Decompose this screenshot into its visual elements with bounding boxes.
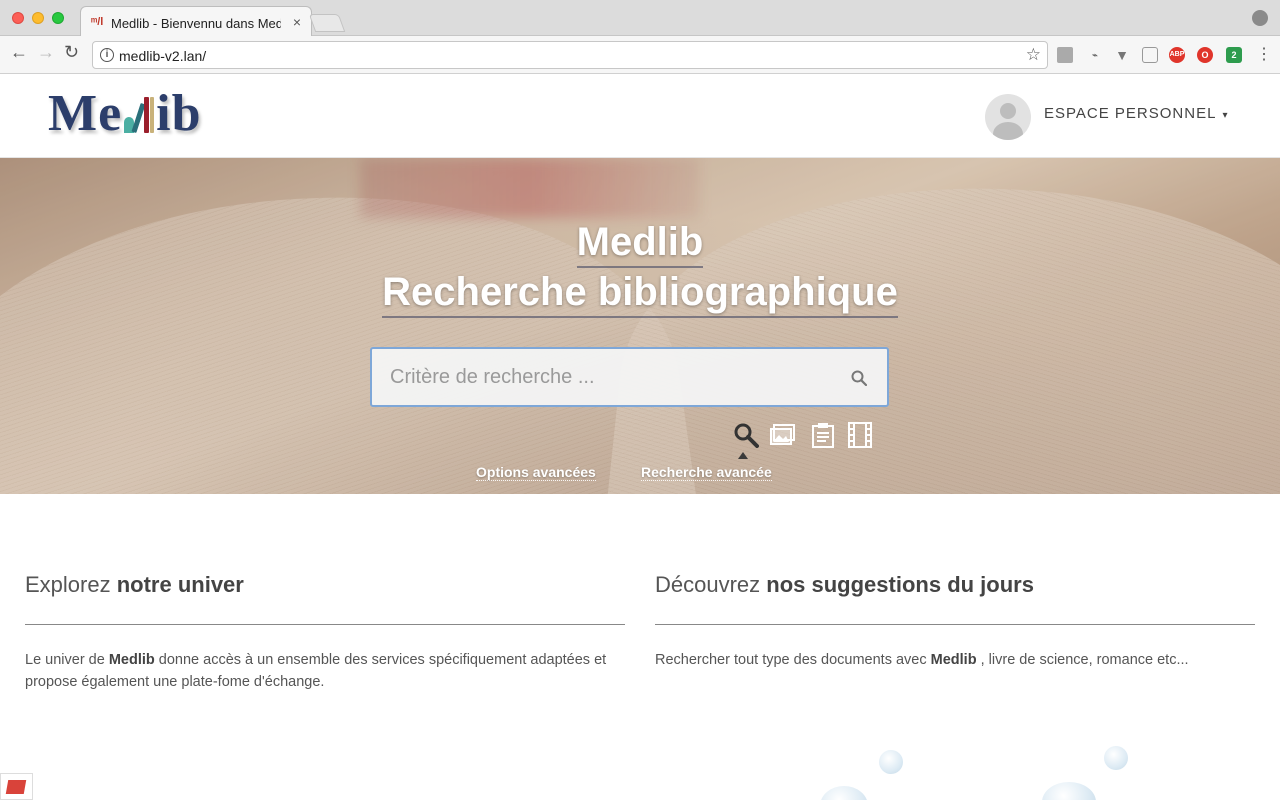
decorative-bubble — [820, 786, 868, 800]
explore-body: Le univer de Medlib donne accès à un ens… — [25, 649, 625, 693]
search-input[interactable] — [372, 349, 832, 405]
reload-icon[interactable]: ↻ — [64, 42, 79, 63]
hero-title: Medlib Recherche bibliographique — [0, 218, 1280, 318]
books-logo-icon — [122, 93, 156, 134]
explore-title-bold: notre univer — [116, 572, 244, 597]
decorative-bubble — [879, 750, 903, 774]
browser-toolbar: ← → ↻ i medlib-v2.lan/ ☆ ⌁ ▼ ABP O 2 ⋮ — [0, 36, 1280, 74]
document-type-icon[interactable] — [810, 422, 836, 448]
advanced-search-link[interactable]: Recherche avancée — [641, 464, 772, 481]
address-bar[interactable]: i medlib-v2.lan/ ☆ — [92, 41, 1048, 69]
explore-body-pre: Le univer de — [25, 652, 105, 668]
adblock-plus-icon[interactable]: ABP — [1169, 47, 1185, 63]
url-text[interactable]: medlib-v2.lan/ — [119, 48, 206, 64]
forward-arrow-icon[interactable]: → — [37, 42, 55, 63]
explore-body-bold: Medlib — [108, 652, 155, 668]
tab-title: Medlib - Bienvennu dans Medlib — [111, 16, 281, 31]
explore-title: Explorez notre univer — [25, 572, 625, 606]
hero-title-line2: Recherche bibliographique — [382, 268, 898, 318]
new-tab-button[interactable] — [308, 14, 346, 32]
suggestions-body-bold: Medlib — [930, 652, 977, 668]
hero-title-line1: Medlib — [576, 218, 704, 268]
medlib-logo[interactable]: Me ib — [48, 84, 202, 143]
explore-section: Explorez notre univer Le univer de Medli… — [25, 572, 625, 693]
explore-divider — [25, 624, 625, 625]
personal-space-label: ESPACE PERSONNEL — [1044, 105, 1217, 122]
suggestions-title-bold: nos suggestions du jours — [766, 572, 1034, 597]
browser-menu-icon[interactable]: ⋮ — [1256, 44, 1272, 64]
link-extension-icon[interactable]: ⌁ — [1087, 47, 1103, 63]
user-avatar[interactable] — [985, 94, 1031, 140]
site-header: Me ib ESPACE PERSONNEL ▾ — [0, 74, 1280, 158]
suggestions-body-post: , livre de science, romance etc... — [980, 652, 1189, 668]
search-box — [370, 347, 889, 407]
explore-title-prefix: Explorez — [25, 572, 111, 597]
chevron-down-icon: ▾ — [1222, 110, 1229, 121]
medlib-favicon-icon: ᵐ/l — [91, 16, 104, 28]
debug-toolbar-icon[interactable] — [0, 773, 33, 800]
back-arrow-icon[interactable]: ← — [10, 42, 28, 63]
film-type-icon[interactable] — [847, 422, 873, 448]
browser-profile-icon[interactable] — [1252, 10, 1268, 26]
search-icon[interactable] — [851, 370, 867, 386]
tab-close-icon[interactable]: × — [293, 14, 301, 30]
advanced-options-link[interactable]: Options avancées — [476, 464, 596, 481]
suggestions-section: Découvrez nos suggestions du jours Reche… — [655, 572, 1255, 671]
selected-type-pointer — [738, 452, 748, 459]
suggestions-body: Rechercher tout type des documents avec … — [655, 649, 1255, 671]
image-extension-icon[interactable] — [1057, 47, 1073, 63]
image-type-icon[interactable] — [770, 422, 796, 448]
personal-space-menu[interactable]: ESPACE PERSONNEL ▾ — [1044, 105, 1228, 122]
bookmark-star-icon[interactable]: ☆ — [1026, 45, 1041, 65]
badge-extension-icon[interactable]: 2 — [1226, 47, 1242, 63]
decorative-bubble — [1042, 782, 1096, 800]
decorative-bubble — [1104, 746, 1128, 770]
vuejs-extension-icon[interactable]: ▼ — [1114, 47, 1130, 63]
opera-icon[interactable]: O — [1197, 47, 1213, 63]
browser-tab-bar: ᵐ/l Medlib - Bienvennu dans Medlib × — [0, 0, 1280, 37]
suggestions-divider — [655, 624, 1255, 625]
site-info-icon[interactable]: i — [100, 48, 114, 62]
logo-text-start: Me — [48, 85, 123, 142]
logo-text-end: ib — [156, 85, 202, 142]
hero-banner: Medlib Recherche bibliographique Critère… — [0, 158, 1280, 494]
window-maximize-button[interactable] — [52, 12, 64, 24]
search-type-icon[interactable] — [733, 422, 759, 448]
suggestions-title: Découvrez nos suggestions du jours — [655, 572, 1255, 606]
suggestions-title-prefix: Découvrez — [655, 572, 761, 597]
window-minimize-button[interactable] — [32, 12, 44, 24]
hero-overlay — [0, 158, 1280, 494]
browser-tab-active[interactable]: ᵐ/l Medlib - Bienvennu dans Medlib × — [80, 6, 312, 37]
window-close-button[interactable] — [12, 12, 24, 24]
cube-extension-icon[interactable] — [1142, 47, 1158, 63]
suggestions-body-pre: Rechercher tout type des documents avec — [655, 652, 927, 668]
